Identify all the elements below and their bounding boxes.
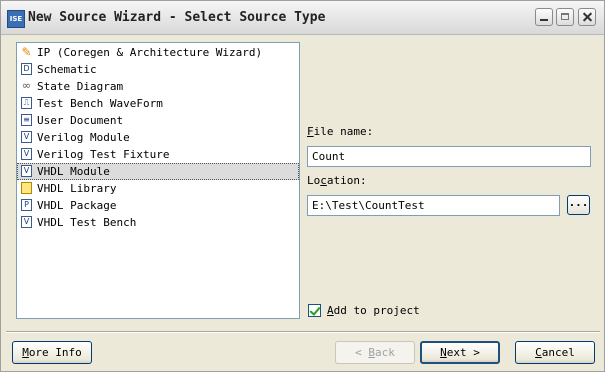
add-to-project-checkbox[interactable] — [308, 304, 321, 317]
source-type-item[interactable]: V Verilog Module — [17, 129, 299, 146]
source-type-item[interactable]: ∞ State Diagram — [17, 78, 299, 95]
add-to-project-label[interactable]: Add to project — [327, 304, 420, 317]
browse-button[interactable]: ... — [567, 195, 590, 215]
source-type-label: User Document — [37, 114, 124, 127]
title-bar[interactable]: ISE New Source Wizard - Select Source Ty… — [1, 1, 604, 35]
document-icon: ≡ — [21, 114, 32, 126]
back-button[interactable]: < Back — [335, 341, 415, 364]
more-info-button[interactable]: More Info — [12, 341, 92, 364]
cancel-button[interactable]: Cancel — [515, 341, 595, 364]
source-type-label: VHDL Test Bench — [37, 216, 137, 229]
source-type-label: Schematic — [37, 63, 97, 76]
vhdl-package-icon: P — [21, 199, 32, 211]
footer-separator — [6, 331, 600, 333]
verilog-test-fixture-icon: V — [21, 148, 32, 160]
waveform-icon: ⎍ — [21, 97, 32, 109]
close-button[interactable] — [578, 8, 596, 26]
source-type-list[interactable]: ✎ IP (Coregen & Architecture Wizard) D Sche… — [16, 42, 300, 319]
location-input[interactable] — [307, 195, 560, 216]
state-diagram-icon: ∞ — [21, 79, 32, 92]
ise-app-icon: ISE — [7, 10, 25, 28]
vhdl-module-icon: V — [21, 165, 32, 177]
minimize-button[interactable] — [535, 8, 553, 26]
source-type-item[interactable]: P VHDL Package — [17, 197, 299, 214]
source-type-label: VHDL Package — [37, 199, 117, 212]
source-type-label: State Diagram — [37, 80, 124, 93]
vhdl-library-icon — [21, 182, 32, 194]
location-label: Location: — [307, 174, 367, 187]
next-button[interactable]: Next > — [420, 341, 500, 364]
source-type-label: IP (Coregen & Architecture Wizard) — [37, 46, 263, 59]
source-type-item[interactable]: V VHDL Test Bench — [17, 214, 299, 231]
source-type-label: Test Bench WaveForm — [37, 97, 163, 110]
file-name-label: File name: — [307, 125, 374, 138]
schematic-icon: D — [21, 63, 32, 75]
maximize-button[interactable] — [556, 8, 574, 26]
source-type-item[interactable]: V Verilog Test Fixture — [17, 146, 299, 163]
source-type-label: VHDL Library — [37, 182, 117, 195]
ip-bulb-icon: ✎ — [21, 45, 32, 59]
source-type-label: Verilog Test Fixture — [37, 148, 170, 161]
source-type-item[interactable]: ⎍ Test Bench WaveForm — [17, 95, 299, 112]
source-type-item[interactable]: V VHDL Module — [17, 163, 299, 180]
source-type-item[interactable]: VHDL Library — [17, 180, 299, 197]
source-type-item[interactable]: ≡ User Document — [17, 112, 299, 129]
file-name-input[interactable] — [307, 146, 591, 167]
window-title: New Source Wizard - Select Source Type — [28, 10, 326, 25]
source-type-item[interactable]: ✎ IP (Coregen & Architecture Wizard) — [17, 44, 299, 61]
source-type-label: Verilog Module — [37, 131, 130, 144]
new-source-wizard-window: ISE New Source Wizard - Select Source Ty… — [0, 0, 605, 372]
vhdl-test-bench-icon: V — [21, 216, 32, 228]
verilog-module-icon: V — [21, 131, 32, 143]
source-type-label: VHDL Module — [37, 165, 110, 178]
source-type-item[interactable]: D Schematic — [17, 61, 299, 78]
